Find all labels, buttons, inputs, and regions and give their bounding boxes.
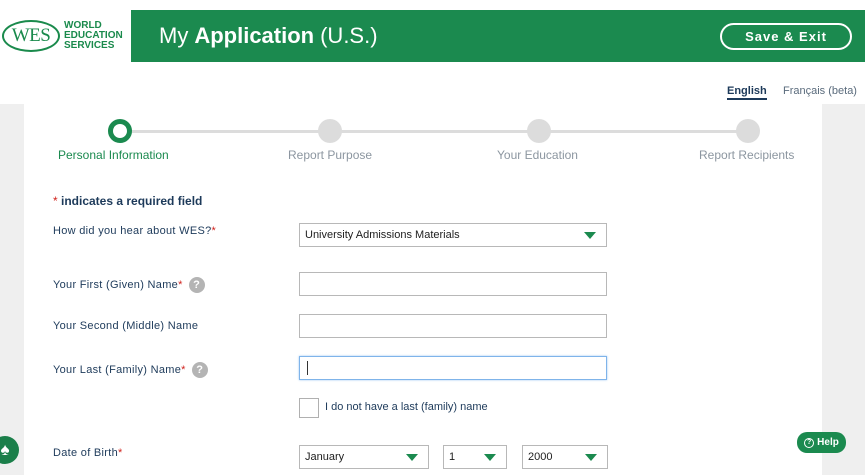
step-dot-report-recipients [736, 119, 760, 143]
first-name-label-text: Your First (Given) Name [53, 278, 179, 291]
logo-line-3: SERVICES [64, 40, 115, 51]
language-french-link[interactable]: Français (beta) [783, 85, 857, 97]
dob-year-select[interactable]: 2000 [522, 445, 608, 469]
no-last-name-checkbox[interactable] [299, 398, 319, 418]
hear-about-label-text: How did you hear about WES? [53, 225, 212, 237]
title-strong: Application [194, 23, 315, 48]
required-star: * [178, 278, 183, 291]
dob-month-value: January [305, 451, 345, 463]
help-icon: ? [804, 437, 815, 448]
wes-logo-text: WORLD EDUCATION SERVICES [64, 21, 123, 51]
progress-track [120, 130, 748, 133]
page-title-banner: My Application (U.S.) Save & Exit [131, 10, 865, 62]
header: WES WORLD EDUCATION SERVICES My Applicat… [0, 0, 865, 62]
last-name-label: Your Last (Family) Name*? [53, 362, 208, 378]
middle-name-label: Your Second (Middle) Name [53, 320, 199, 332]
hear-about-select[interactable]: University Admissions Materials [299, 223, 607, 247]
required-star: * [211, 225, 217, 237]
text-caret [307, 361, 308, 375]
first-name-input[interactable] [299, 272, 607, 296]
title-suffix: (U.S.) [320, 23, 378, 48]
dob-label-text: Date of Birth [53, 447, 119, 459]
step-dot-your-education [527, 119, 551, 143]
step-dot-personal-information [108, 119, 132, 143]
help-question-icon[interactable]: ? [191, 362, 208, 378]
dob-year-value: 2000 [528, 451, 553, 463]
no-last-name-label: I do not have a last (family) name [325, 401, 488, 413]
required-star: * [181, 363, 186, 376]
step-label-report-purpose: Report Purpose [288, 148, 373, 162]
last-name-label-text: Your Last (Family) Name [53, 363, 182, 376]
chevron-down-icon [585, 454, 597, 461]
help-question-icon[interactable]: ? [188, 277, 205, 293]
last-name-input[interactable] [299, 356, 607, 380]
first-name-label: Your First (Given) Name*? [53, 277, 205, 293]
hear-about-label: How did you hear about WES?* [53, 225, 216, 237]
chevron-down-icon [484, 454, 496, 461]
wes-logo[interactable]: WES WORLD EDUCATION SERVICES [0, 10, 131, 62]
step-label-your-education: Your Education [497, 148, 578, 162]
dob-month-select[interactable]: January [299, 445, 429, 469]
required-note-text: indicates a required field [57, 194, 203, 208]
help-label: Help [817, 437, 839, 448]
step-dot-report-purpose [318, 119, 342, 143]
dob-day-select[interactable]: 1 [443, 445, 507, 469]
help-button[interactable]: ? Help [797, 432, 846, 453]
chevron-down-icon [584, 232, 596, 239]
step-label-report-recipients: Report Recipients [699, 148, 795, 162]
required-star: * [118, 447, 123, 459]
required-field-note: * indicates a required field [53, 194, 202, 208]
language-english-link[interactable]: English [727, 85, 767, 100]
title-prefix: My [159, 23, 189, 48]
right-gutter [822, 104, 865, 475]
dob-label: Date of Birth* [53, 447, 123, 459]
chevron-down-icon [406, 454, 418, 461]
wes-logo-mark: WES [2, 20, 60, 52]
dob-day-value: 1 [449, 451, 456, 463]
left-gutter [0, 104, 24, 475]
middle-name-input[interactable] [299, 314, 607, 338]
step-label-personal-information: Personal Information [58, 148, 169, 162]
save-exit-button[interactable]: Save & Exit [720, 23, 852, 50]
hear-about-value: University Admissions Materials [305, 229, 460, 241]
